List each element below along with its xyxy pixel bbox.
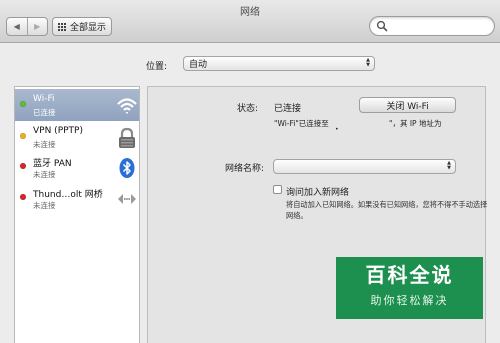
show-all-button[interactable]: 全部显示 xyxy=(52,17,112,36)
ask-join-checkbox[interactable] xyxy=(273,185,282,194)
watermark-logo: 百科全说 助你轻松解决 xyxy=(336,257,483,319)
service-name: 蓝牙 PAN xyxy=(33,159,72,169)
back-button[interactable]: ◀ xyxy=(7,18,27,35)
status-dot xyxy=(20,133,26,139)
network-name-select[interactable]: ▲ ▼ xyxy=(273,159,456,174)
service-name: Wi-Fi xyxy=(33,94,55,104)
location-value: 自动 xyxy=(189,60,208,70)
service-item-thunderbolt-bridge[interactable]: Thund…olt 网桥 未连接 xyxy=(15,182,139,214)
service-status: 未连接 xyxy=(33,140,56,149)
service-status: 已连接 xyxy=(33,108,56,117)
select-arrows-icon: ▲ ▼ xyxy=(447,160,451,171)
status-dot xyxy=(20,194,26,200)
turn-off-wifi-button[interactable]: 关闭 Wi-Fi xyxy=(359,97,456,113)
service-name: Thund…olt 网桥 xyxy=(33,190,103,200)
status-description-ip: "，其 IP 地址为 xyxy=(389,119,442,128)
service-status: 未连接 xyxy=(33,170,56,179)
status-description: "Wi-Fi"已连接至 xyxy=(274,119,329,128)
ask-join-note: 将自动加入已知网络。如果没有已知网络，您将不得不手动选择网络。 xyxy=(286,200,488,220)
status-label: 状态: xyxy=(236,104,258,114)
location-select[interactable]: 自动 ▲ ▼ xyxy=(183,56,375,71)
network-name-label: 网络名称: xyxy=(224,164,264,174)
vpn-lock-icon xyxy=(119,127,135,148)
service-list: Wi-Fi 已连接 VPN (PPTP) 未连接 蓝牙 PAN 未连接 Thun… xyxy=(14,86,140,343)
forward-button[interactable]: ▶ xyxy=(26,18,48,35)
status-value: 已连接 xyxy=(274,104,302,114)
service-name: VPN (PPTP) xyxy=(33,126,83,136)
status-description-dot: • xyxy=(335,126,339,133)
watermark-subtitle: 助你轻松解决 xyxy=(370,294,449,307)
service-item-wifi[interactable]: Wi-Fi 已连接 xyxy=(15,89,139,121)
bluetooth-icon xyxy=(119,158,135,178)
watermark-title: 百科全说 xyxy=(365,263,454,287)
thunderbolt-bridge-icon xyxy=(118,194,136,204)
service-item-bluetooth[interactable]: 蓝牙 PAN 未连接 xyxy=(15,151,139,183)
service-status: 未连接 xyxy=(33,201,56,210)
status-dot xyxy=(20,163,26,169)
grid-icon xyxy=(57,22,66,31)
status-dot xyxy=(20,101,26,107)
select-arrows-icon: ▲ ▼ xyxy=(366,57,370,68)
search-input[interactable] xyxy=(369,16,495,36)
show-all-label: 全部显示 xyxy=(69,23,106,33)
search-icon xyxy=(376,20,388,32)
location-label: 位置: xyxy=(146,62,168,72)
service-item-vpn[interactable]: VPN (PPTP) 未连接 xyxy=(15,121,139,153)
nav-back-forward: ◀ ▶ xyxy=(6,17,48,36)
toolbar: 网络 ◀ ▶ 全部显示 xyxy=(0,0,500,43)
wifi-icon xyxy=(117,98,137,114)
ask-join-label: 询问加入新网络 xyxy=(286,188,350,198)
